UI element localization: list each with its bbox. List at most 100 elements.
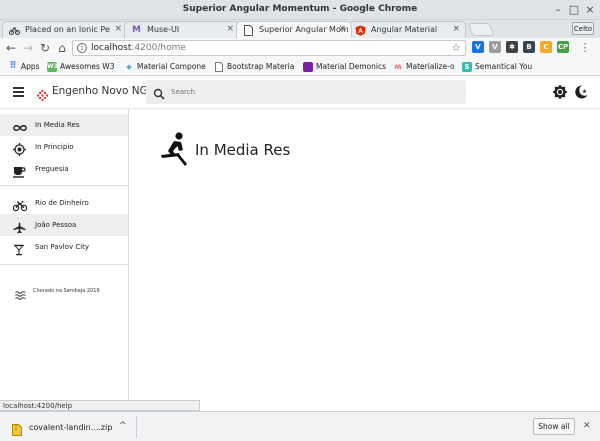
tab-close-icon[interactable]: ×: [452, 24, 460, 34]
bookmark-label: Apps: [21, 62, 40, 71]
tab-label: Muse-UI: [147, 25, 180, 34]
url-host: localhost: [91, 43, 132, 53]
main-content: In Media Res: [129, 109, 600, 400]
sidebar-item-label: In Principio: [35, 143, 74, 151]
zip-file-icon: [12, 421, 22, 436]
maximize-icon[interactable]: □: [568, 4, 580, 16]
bookmark-label: Material Demonics: [316, 62, 387, 71]
apps-grid-icon: ⠿: [9, 61, 17, 71]
sidebar-item-san-pavlov-city[interactable]: San Pavlov City: [0, 236, 128, 258]
tab-angular-material[interactable]: Angular Material ×: [348, 21, 466, 38]
download-filename[interactable]: covalent-landin....zip: [29, 423, 112, 432]
moon-star-icon[interactable]: [573, 84, 589, 100]
waves-icon: [15, 286, 26, 300]
url-path: :4200/home: [131, 43, 186, 53]
bookmarks-bar: ⠿ Apps W3 Awesomes W3 ◆ Material Compone…: [0, 58, 600, 76]
profile-button[interactable]: Celto: [572, 22, 594, 35]
page-title: In Media Res: [195, 141, 291, 159]
site-info-icon[interactable]: i: [77, 43, 87, 53]
brightness-icon[interactable]: [552, 84, 568, 100]
sidebar-footer-item[interactable]: Chorado na Sambaja 2019: [0, 284, 128, 300]
bookmark-apps[interactable]: ⠿ Apps: [8, 61, 40, 73]
tab-close-icon[interactable]: ×: [114, 24, 122, 34]
app-title: Engenho Novo NG2: [52, 85, 155, 97]
sidebar-item-in-principio[interactable]: In Principio: [0, 136, 128, 158]
coffee-cup-icon: [13, 163, 26, 178]
status-bubble: localhost:4200/help: [0, 400, 200, 411]
window-title: Superior Angular Momentum - Google Chrom…: [182, 4, 418, 14]
bookmark-star-icon[interactable]: ☆: [451, 41, 461, 54]
app-header: Engenho Novo NG2 Search: [0, 76, 600, 109]
tab-close-icon[interactable]: ×: [338, 24, 346, 34]
back-arrow-icon[interactable]: ←: [4, 41, 18, 55]
title-bar: Superior Angular Momentum - Google Chrom…: [0, 0, 600, 20]
app-logo-icon: [37, 86, 48, 101]
minimize-icon[interactable]: –: [552, 4, 564, 16]
muse-logo-icon: M: [132, 25, 141, 35]
airplane-icon: [13, 219, 26, 234]
sidebar-divider: [0, 264, 128, 265]
green-extension-icon[interactable]: CP: [557, 41, 569, 53]
search-placeholder: Search: [171, 88, 196, 96]
home-icon[interactable]: ⌂: [55, 41, 69, 55]
sidebar-item-rio-de-dinheiro[interactable]: Rio de Dinheiro: [0, 192, 128, 214]
sidebar-item-label: João Pessoa: [35, 221, 77, 229]
purple-square-icon: [303, 62, 313, 72]
tab-strip: Placed on an Ionic Pe × M Muse-UI × Supe…: [0, 20, 600, 38]
semantic-logo-icon: S: [462, 62, 472, 72]
tab-label: Superior Angular Mom: [259, 25, 349, 34]
materialize-logo-icon: ʍ: [394, 62, 402, 71]
bookmark-label: Awesomes W3: [60, 62, 115, 71]
chevron-up-icon[interactable]: ^: [119, 421, 127, 431]
w3-logo-icon: W3: [47, 62, 58, 72]
bookmark-label: Material Compone: [137, 62, 206, 71]
bookmark-awesomes-w3[interactable]: W3 Awesomes W3: [47, 61, 114, 73]
tab-muse-ui[interactable]: M Muse-UI ×: [124, 21, 240, 38]
bookmark-label: Semantical You: [475, 62, 533, 71]
tab-superior-angular[interactable]: Superior Angular Mom ×: [236, 21, 352, 38]
show-all-button[interactable]: Show all: [533, 418, 575, 435]
search-icon: [153, 85, 165, 100]
bookmark-materialize[interactable]: ʍ Materialize-o: [393, 61, 455, 73]
vuejs-devtools-icon[interactable]: V: [472, 41, 484, 53]
bookmark-label: Materialize-o: [406, 62, 455, 71]
tab-ionic[interactable]: Placed on an Ionic Pe ×: [2, 21, 128, 38]
infinity-icon: [13, 119, 27, 131]
page-icon: [243, 25, 254, 36]
vue-extension-icon[interactable]: V: [489, 41, 501, 53]
tab-label: Placed on an Ionic Pe: [25, 25, 110, 34]
tab-close-icon[interactable]: ×: [226, 24, 234, 34]
tab-label: Angular Material: [371, 25, 438, 34]
sidebar-item-freguesia[interactable]: Freguesia: [0, 158, 128, 180]
url-text: localhost:4200/home: [91, 43, 186, 53]
angular-logo-icon: [355, 25, 366, 36]
bookmark-semantical-you[interactable]: S Semantical You: [462, 61, 532, 73]
bookmark-material-demonics[interactable]: Material Demonics: [303, 61, 386, 73]
bookmark-bootstrap-material[interactable]: Bootstrap Materia: [214, 61, 294, 73]
material-components-icon: ◆: [126, 63, 132, 71]
browser-window: Superior Angular Momentum - Google Chrom…: [0, 0, 600, 441]
close-icon[interactable]: ✕: [583, 421, 591, 431]
sidebar: In Media Res In Principio Freguesia Rio …: [0, 109, 129, 400]
bicycle-icon: [9, 25, 20, 36]
menu-kebab-icon[interactable]: ⋮: [578, 41, 592, 55]
search-input[interactable]: Search: [146, 80, 466, 104]
sidebar-item-in-media-res[interactable]: In Media Res: [0, 114, 128, 136]
bicycle-icon: [12, 197, 28, 212]
target-icon: [13, 141, 26, 156]
document-icon: [214, 62, 224, 72]
close-icon[interactable]: ×: [584, 4, 596, 16]
pocket-extension-icon[interactable]: B: [523, 41, 535, 53]
browser-toolbar: ← → ↻ ⌂ i localhost:4200/home ☆ V V ✱ B …: [0, 38, 600, 58]
new-tab-button[interactable]: [467, 23, 495, 36]
forward-arrow-icon[interactable]: →: [21, 41, 35, 55]
hamburger-menu-icon[interactable]: [13, 87, 24, 97]
address-bar[interactable]: i localhost:4200/home ☆: [72, 40, 466, 56]
gear-extension-icon[interactable]: ✱: [506, 41, 518, 53]
bookmark-material-components[interactable]: ◆ Material Compone: [124, 61, 206, 73]
sidebar-item-joao-pessoa[interactable]: João Pessoa: [0, 214, 128, 236]
yellow-extension-icon[interactable]: C: [540, 41, 552, 53]
reload-icon[interactable]: ↻: [38, 41, 52, 55]
sidebar-item-label: In Media Res: [35, 121, 80, 129]
bookmark-label: Bootstrap Materia: [227, 62, 295, 71]
